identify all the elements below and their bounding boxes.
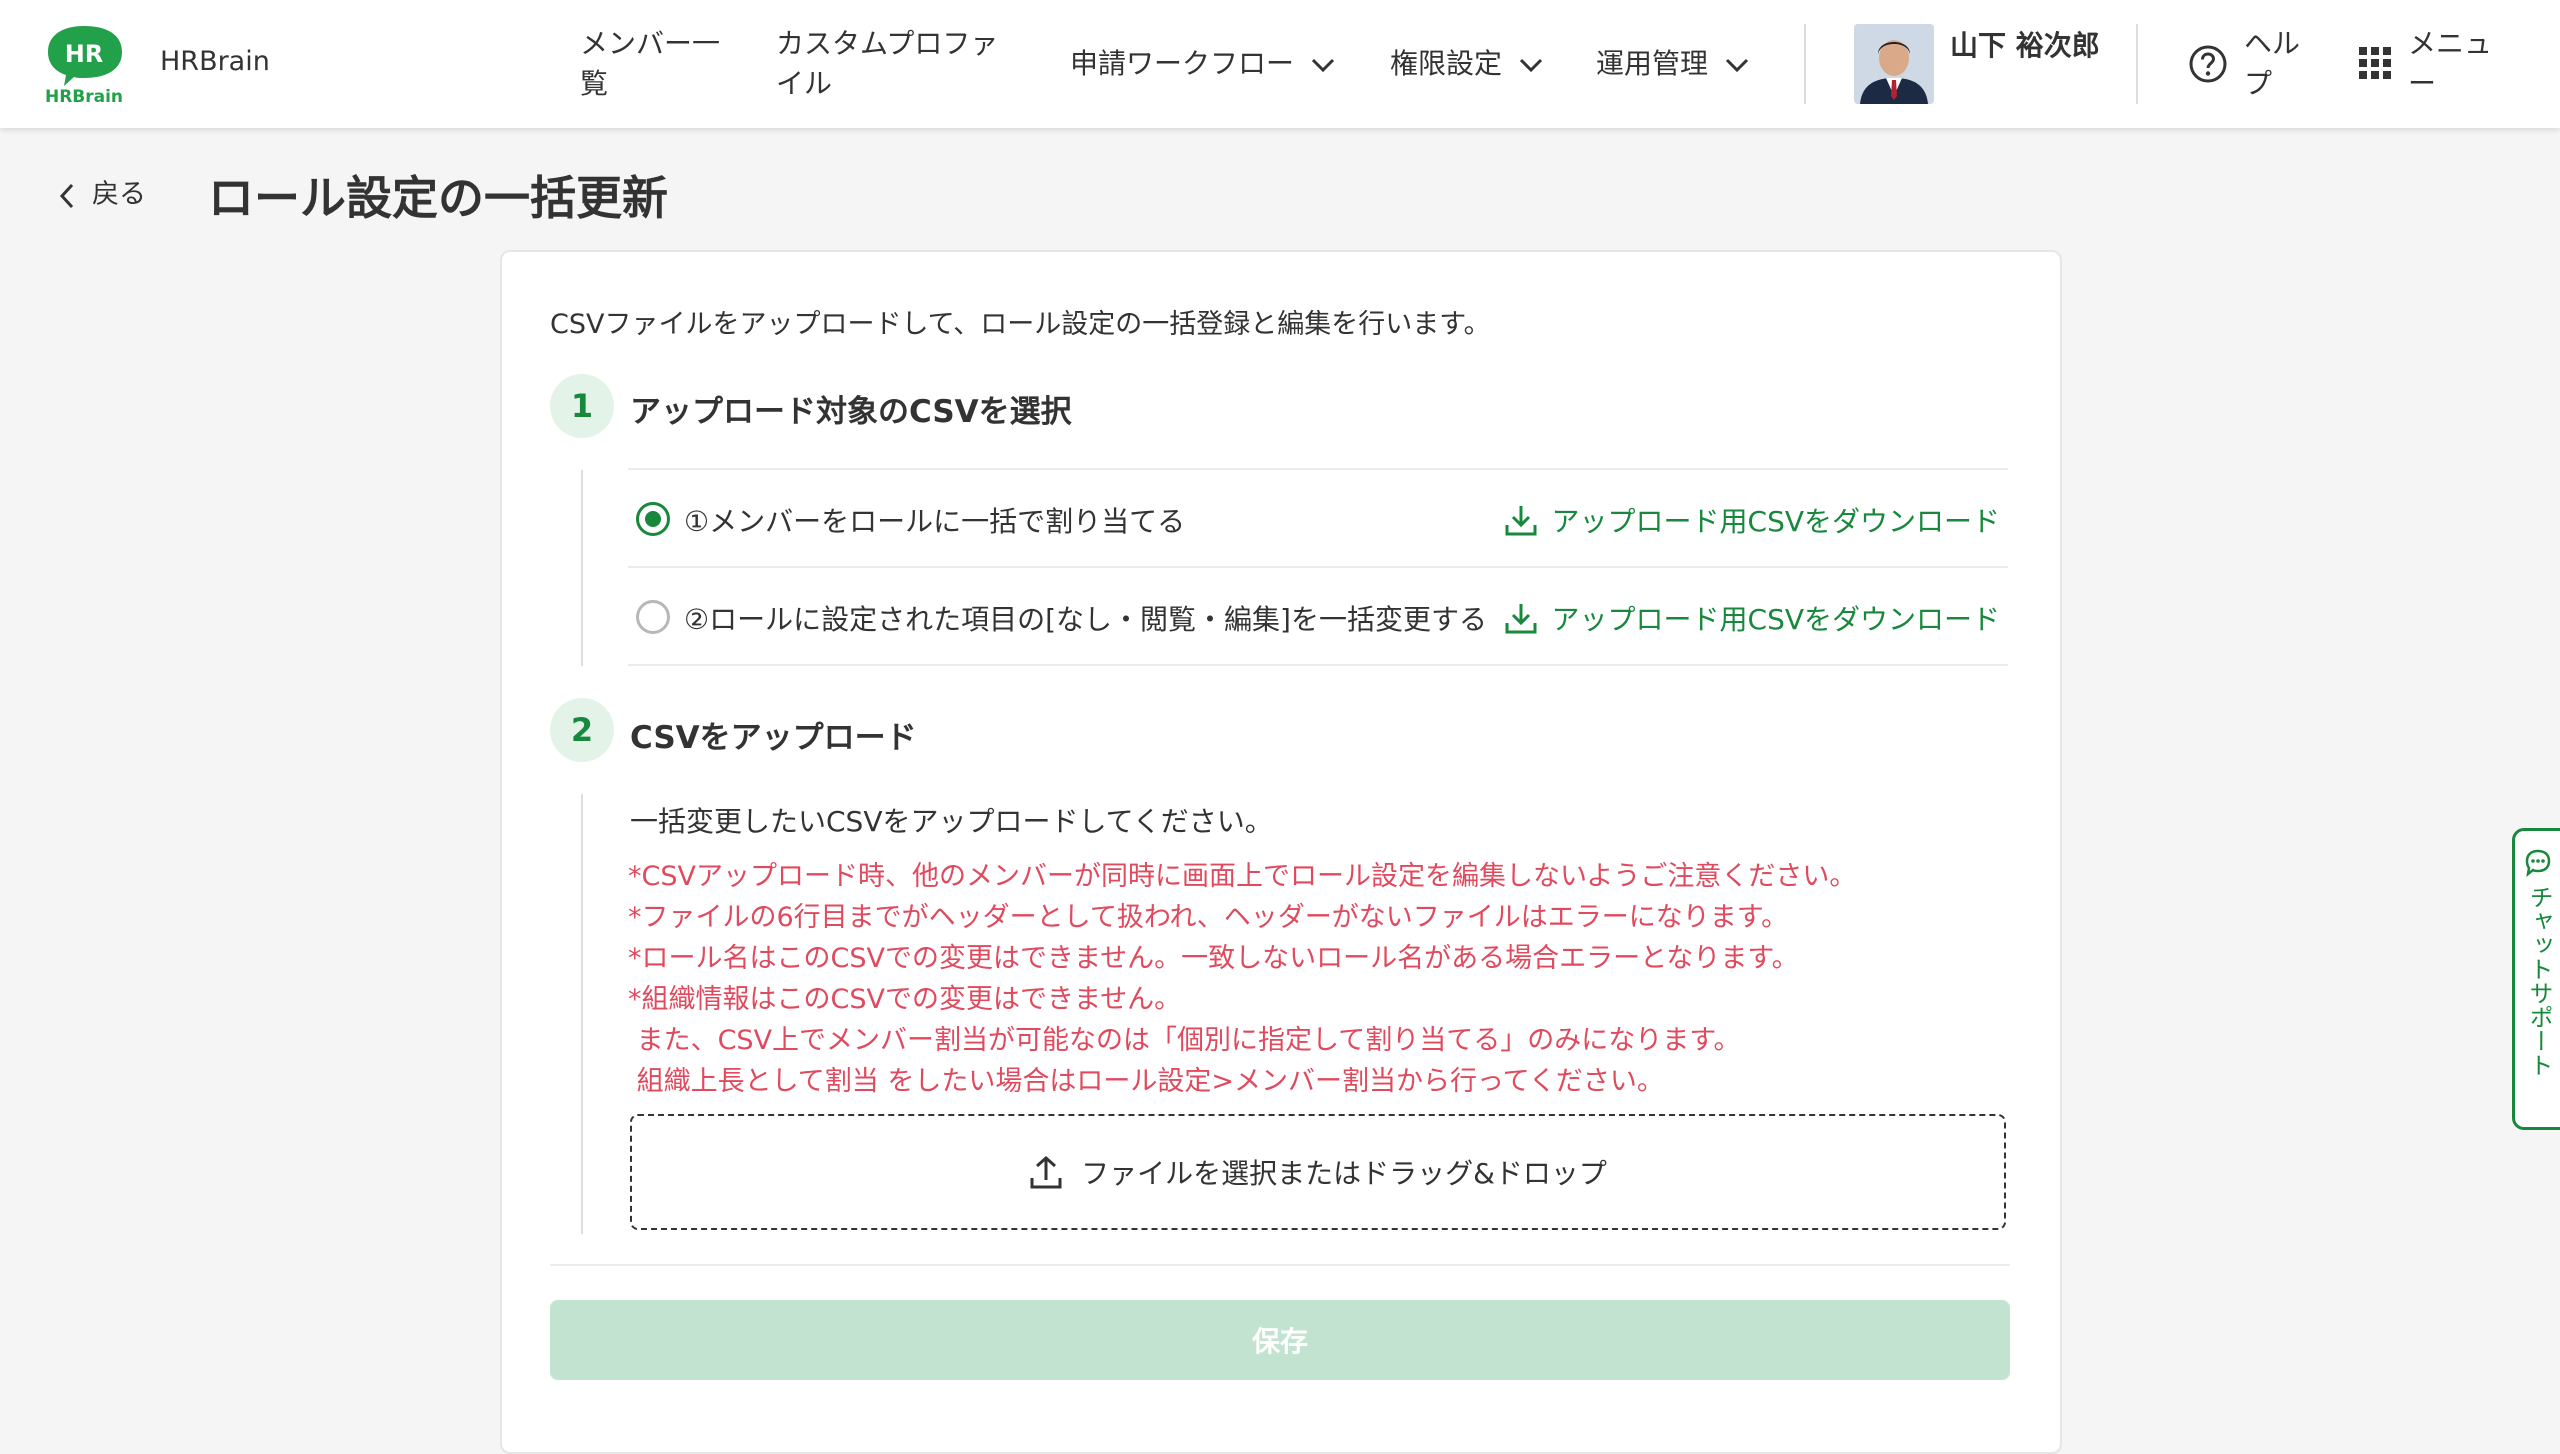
grid-icon[interactable] [2358,46,2392,80]
back-label: 戻る [92,179,146,210]
back-link[interactable]: 戻る [58,172,146,211]
row-divider [628,566,2008,568]
step-2-connector [581,794,583,1234]
avatar[interactable] [1854,24,1934,104]
svg-text:HRBrain: HRBrain [45,87,123,106]
step-1-title: アップロード対象のCSVを選択 [630,394,1072,430]
save-button[interactable]: 保存 [550,1300,2010,1380]
menu-label[interactable]: メニュー [2408,24,2508,104]
nav-workflow[interactable]: 申請ワークフロー [1070,44,1337,84]
chevron-down-icon [1725,58,1748,73]
chevron-left-icon [59,183,74,208]
help-label[interactable]: ヘルプ [2244,24,2304,104]
option-1-download-label: アップロード用CSVをダウンロード [1551,505,2000,538]
download-icon [1505,506,1537,536]
note-line: また、CSV上でメンバー割当が可能なのは「個別に指定して割り当てる」のみになりま… [628,1025,1741,1056]
option-2-download-link[interactable]: アップロード用CSVをダウンロード [1504,598,2000,638]
nav-members-label: メンバー一覧 [580,27,721,100]
row-divider [628,468,2008,470]
nav-permissions-label: 権限設定 [1390,47,1503,80]
option-2-radio[interactable] [636,600,670,634]
header-divider [1804,24,1806,104]
chevron-down-icon [1311,58,1334,73]
dropzone-label: ファイルを選択またはドラッグ&ドロップ [1081,1157,1607,1190]
note-line: 組織上長として割当 をしたい場合はロール設定>メンバー割当から行ってください。 [628,1066,1664,1097]
option-2-label[interactable]: ②ロールに設定された項目の[なし・閲覧・編集]を一括変更する [684,598,1487,638]
user-name[interactable]: 山下 裕次郎 [1950,26,2100,66]
row-divider [628,664,2008,666]
nav-workflow-label: 申請ワークフロー [1070,47,1295,80]
step-1-connector [581,470,583,666]
chevron-down-icon [1519,58,1542,73]
chat-support-tab[interactable]: チャットサポート [2512,828,2560,1130]
note-line: *組織情報はこのCSVでの変更はできません。 [628,984,1182,1015]
file-dropzone[interactable]: ファイルを選択またはドラッグ&ドロップ [630,1114,2006,1230]
step-1-number: 1 [550,374,614,438]
download-icon [1505,604,1537,634]
note-line: *ファイルの6行目までがヘッダーとして扱われ、ヘッダーがないファイルはエラーにな… [628,902,1789,933]
page-title: ロール設定の一括更新 [208,171,668,225]
nav-operations-label: 運用管理 [1596,47,1709,80]
upload-notes: *CSVアップロード時、他のメンバーが同時に画面上でロール設定を編集しないようご… [628,856,1856,1102]
option-2-download-label: アップロード用CSVをダウンロード [1551,603,2000,636]
hrbrain-logo[interactable]: HR HRBrain [44,22,130,107]
chat-bubble-icon [2525,849,2551,877]
header-divider [2136,24,2138,104]
step-2-number: 2 [550,698,614,762]
option-1-radio[interactable] [636,502,670,536]
step-2-title: CSVをアップロード [630,720,917,756]
nav-custom-profile-label: カスタムプロファイル [776,27,999,100]
note-line: *CSVアップロード時、他のメンバーが同時に画面上でロール設定を編集しないようご… [628,861,1857,892]
nav-members[interactable]: メンバー一覧 [580,24,730,104]
option-1-download-link[interactable]: アップロード用CSVをダウンロード [1504,500,2000,540]
footer-divider [550,1264,2010,1266]
upload-icon [1030,1155,1062,1189]
chat-support-label: チャットサポート [2525,885,2553,1077]
top-header: HR HRBrain HRBrain メンバー一覧 カスタムプロファイル 申請ワ… [0,0,2560,128]
help-circle-icon[interactable] [2188,44,2228,84]
nav-custom-profile[interactable]: カスタムプロファイル [776,24,1006,104]
option-1-label[interactable]: ①メンバーをロールに一括で割り当てる [684,500,1185,540]
upload-description: 一括変更したいCSVをアップロードしてください。 [630,805,1273,838]
intro-text: CSVファイルをアップロードして、ロール設定の一括登録と編集を行います。 [550,309,1491,340]
nav-permissions[interactable]: 権限設定 [1390,44,1545,84]
nav-operations[interactable]: 運用管理 [1596,44,1751,84]
svg-text:HR: HR [65,40,104,68]
brand-name: HRBrain [160,46,270,77]
note-line: *ロール名はこのCSVでの変更はできません。一致しないロール名がある場合エラーと… [628,943,1799,974]
